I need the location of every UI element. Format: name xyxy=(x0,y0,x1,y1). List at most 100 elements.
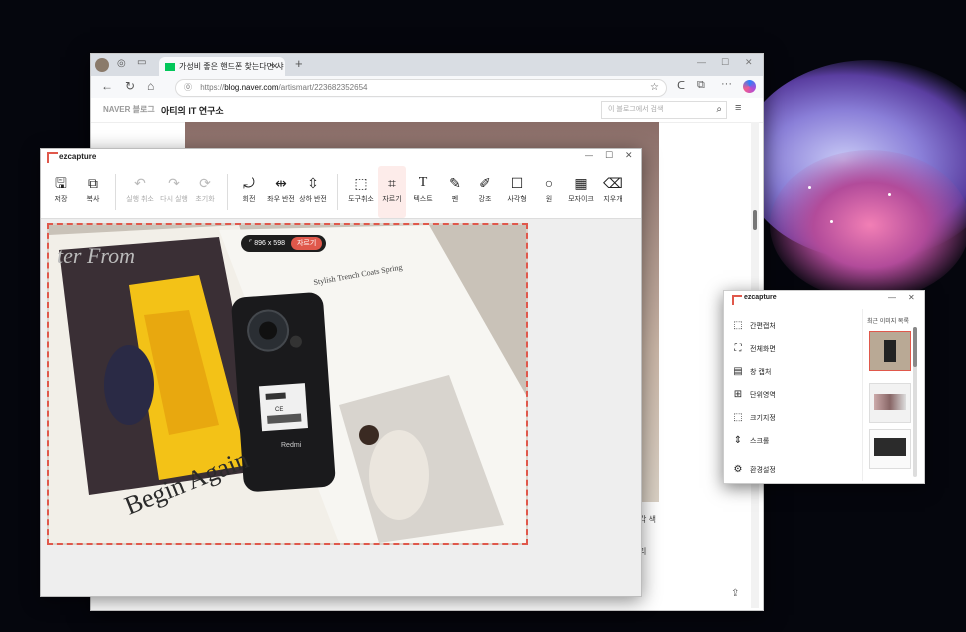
browser-extension-icon[interactable]: ᑕ xyxy=(677,79,685,92)
copy-icon: ⧉ xyxy=(88,175,98,191)
naver-blog-logo[interactable]: NAVER 블로그 xyxy=(103,104,155,115)
copy-button[interactable]: ⧉ 복사 xyxy=(79,166,107,218)
capture-mode-unit-region[interactable]: ⊞ 단위영역 xyxy=(732,388,776,402)
editor-titlebar: ezcapture — ☐ ✕ xyxy=(41,149,641,166)
capture-mode-scroll[interactable]: ⇕ 스크롤 xyxy=(732,434,770,448)
scrollbar-thumb[interactable] xyxy=(753,210,757,230)
launcher-minimize-icon[interactable]: — xyxy=(888,293,896,302)
workspaces-icon[interactable]: ◎ xyxy=(117,58,126,69)
save-button[interactable]: 🖫 저장 xyxy=(47,166,75,218)
wallpaper-sparkle xyxy=(888,193,891,196)
browser-tab-active[interactable]: 가성비 좋은 핸드폰 찾는다면 샤오 ✕ xyxy=(159,57,285,90)
lock-icon: ⓪ xyxy=(184,83,192,92)
close-tab-icon[interactable]: ✕ xyxy=(271,57,279,76)
redo-label: 다시 실행 xyxy=(160,196,188,203)
refresh-icon[interactable]: ↻ xyxy=(125,79,135,93)
flip-vertical-button[interactable]: ⇳ 상하 반전 xyxy=(297,166,329,218)
crop-label: 자르기 xyxy=(382,196,402,203)
home-icon[interactable]: ⌂ xyxy=(147,79,154,93)
blog-title[interactable]: 아티의 IT 연구소 xyxy=(161,104,224,117)
share-icon[interactable]: ⇪ xyxy=(731,588,739,599)
minimize-icon[interactable]: — xyxy=(697,57,706,67)
thumbnail-preview xyxy=(874,438,906,456)
eraser-tool-button[interactable]: ⌫ 지우개 xyxy=(599,166,627,218)
gear-icon: ⚙ xyxy=(733,464,743,475)
mosaic-tool-label: 모자이크 xyxy=(568,196,594,203)
capture-mode-easy[interactable]: ⬚ 간편캡처 xyxy=(732,319,776,333)
recent-image-thumbnail[interactable] xyxy=(869,429,911,469)
reset-icon: ⟳ xyxy=(199,175,211,191)
recent-list-scrollbar[interactable] xyxy=(913,327,917,477)
tab-actions-icon[interactable]: ▭ xyxy=(137,57,146,68)
rectangle-icon: ☐ xyxy=(510,175,524,191)
wallpaper-glow-pink xyxy=(770,150,966,300)
recent-list-scroll-thumb[interactable] xyxy=(913,327,917,367)
launcher-close-icon[interactable]: ✕ xyxy=(908,293,915,302)
capture-editor-window: ezcapture — ☐ ✕ 🖫 저장 ⧉ 복사 ↶ 실행 취소 ↷ 다시 실행 ⟳ 초… xyxy=(40,148,642,597)
wallpaper-sparkle xyxy=(808,186,811,189)
photo-phone-brand: Redmi xyxy=(281,442,302,449)
thumbnail-preview xyxy=(884,340,896,362)
cancel-tool-button[interactable]: ⬚ 도구취소 xyxy=(345,166,377,218)
launcher-divider xyxy=(862,309,863,481)
copy-label: 복사 xyxy=(86,196,100,203)
launcher-app-name: ezcapture xyxy=(744,294,777,301)
undo-label: 실행 취소 xyxy=(126,196,154,203)
toolbar-divider xyxy=(115,174,116,210)
more-menu-icon[interactable]: ··· xyxy=(721,78,732,90)
apply-crop-button[interactable]: 자르기 xyxy=(290,237,323,250)
crop-button[interactable]: ⌗ 자르기 xyxy=(378,166,406,218)
editor-maximize-icon[interactable]: ☐ xyxy=(605,150,613,161)
circle-tool-button[interactable]: ○ 원 xyxy=(535,166,563,218)
flip-horizontal-label: 좌우 반전 xyxy=(267,196,295,203)
pen-icon: ✎ xyxy=(449,175,461,191)
capture-mode-label: 크기지정 xyxy=(750,415,776,422)
close-window-icon[interactable]: ✕ xyxy=(745,57,753,68)
flip-horizontal-icon: ⇹ xyxy=(275,175,287,191)
undo-button[interactable]: ↶ 실행 취소 xyxy=(123,166,157,218)
capture-mode-window[interactable]: ▤ 창 캡처 xyxy=(732,365,771,379)
hamburger-menu-icon[interactable]: ≡ xyxy=(735,102,741,114)
capture-mode-fullscreen[interactable]: ⛶ 전체화면 xyxy=(732,342,776,356)
new-tab-icon[interactable]: + xyxy=(295,56,303,71)
toolbar-divider xyxy=(337,174,338,210)
highlight-tool-button[interactable]: ✐ 강조 xyxy=(471,166,499,218)
collections-icon[interactable]: ⧉ xyxy=(697,79,705,92)
recent-image-thumbnail[interactable] xyxy=(869,331,911,371)
capture-mode-label: 스크롤 xyxy=(750,438,770,445)
eraser-tool-label: 지우개 xyxy=(603,196,623,203)
favorite-star-icon[interactable]: ☆ xyxy=(650,80,659,96)
search-icon[interactable]: ⌕ xyxy=(716,102,722,118)
editor-close-icon[interactable]: ✕ xyxy=(625,150,633,161)
crop-size-text: 896 x 598 xyxy=(254,240,285,247)
copilot-icon[interactable] xyxy=(743,80,756,93)
recent-image-thumbnail[interactable] xyxy=(869,383,911,423)
flip-horizontal-button[interactable]: ⇹ 좌우 반전 xyxy=(265,166,297,218)
photo-phone-cert: CE xyxy=(275,407,283,413)
text-icon: T xyxy=(418,175,428,190)
crop-canvas[interactable]: ter From Begin Again Stylish Trench Coat… xyxy=(47,223,528,545)
cancel-tool-label: 도구취소 xyxy=(348,196,374,203)
capture-mode-size[interactable]: ⬚ 크기지정 xyxy=(732,411,776,425)
rotate-button[interactable]: ⤾ 회전 xyxy=(235,166,263,218)
rectangle-tool-button[interactable]: ☐ 사각형 xyxy=(503,166,531,218)
circle-icon: ○ xyxy=(544,175,554,191)
pen-tool-button[interactable]: ✎ 펜 xyxy=(441,166,469,218)
toolbar-divider xyxy=(227,174,228,210)
capture-mode-label: 간편캡처 xyxy=(750,323,776,330)
editor-minimize-icon[interactable]: — xyxy=(585,151,593,160)
back-icon[interactable]: ← xyxy=(101,79,113,93)
settings-button[interactable]: ⚙ 환경설정 xyxy=(732,463,776,477)
maximize-icon[interactable]: ☐ xyxy=(721,57,729,68)
url-field[interactable]: ⓪ https://blog.naver.com/artismart/22368… xyxy=(175,79,667,97)
reset-button[interactable]: ⟳ 초기화 xyxy=(191,166,219,218)
text-tool-button[interactable]: T 텍스트 xyxy=(409,166,437,218)
editor-app-name: ezcapture xyxy=(59,152,97,161)
circle-tool-label: 원 xyxy=(545,196,553,203)
mosaic-tool-button[interactable]: ▦ 모자이크 xyxy=(565,166,597,218)
redo-button[interactable]: ↷ 다시 실행 xyxy=(157,166,191,218)
ezcapture-launcher-window: ezcapture — ✕ ⬚ 간편캡처 ⛶ 전체화면 ▤ 창 캡처 ⊞ 단위영역 ⬚ 크… xyxy=(723,290,925,484)
unit-region-icon: ⊞ xyxy=(733,389,743,400)
profile-avatar[interactable] xyxy=(95,58,109,72)
blog-search-input[interactable]: 이 블로그에서 검색 ⌕ xyxy=(601,101,727,119)
